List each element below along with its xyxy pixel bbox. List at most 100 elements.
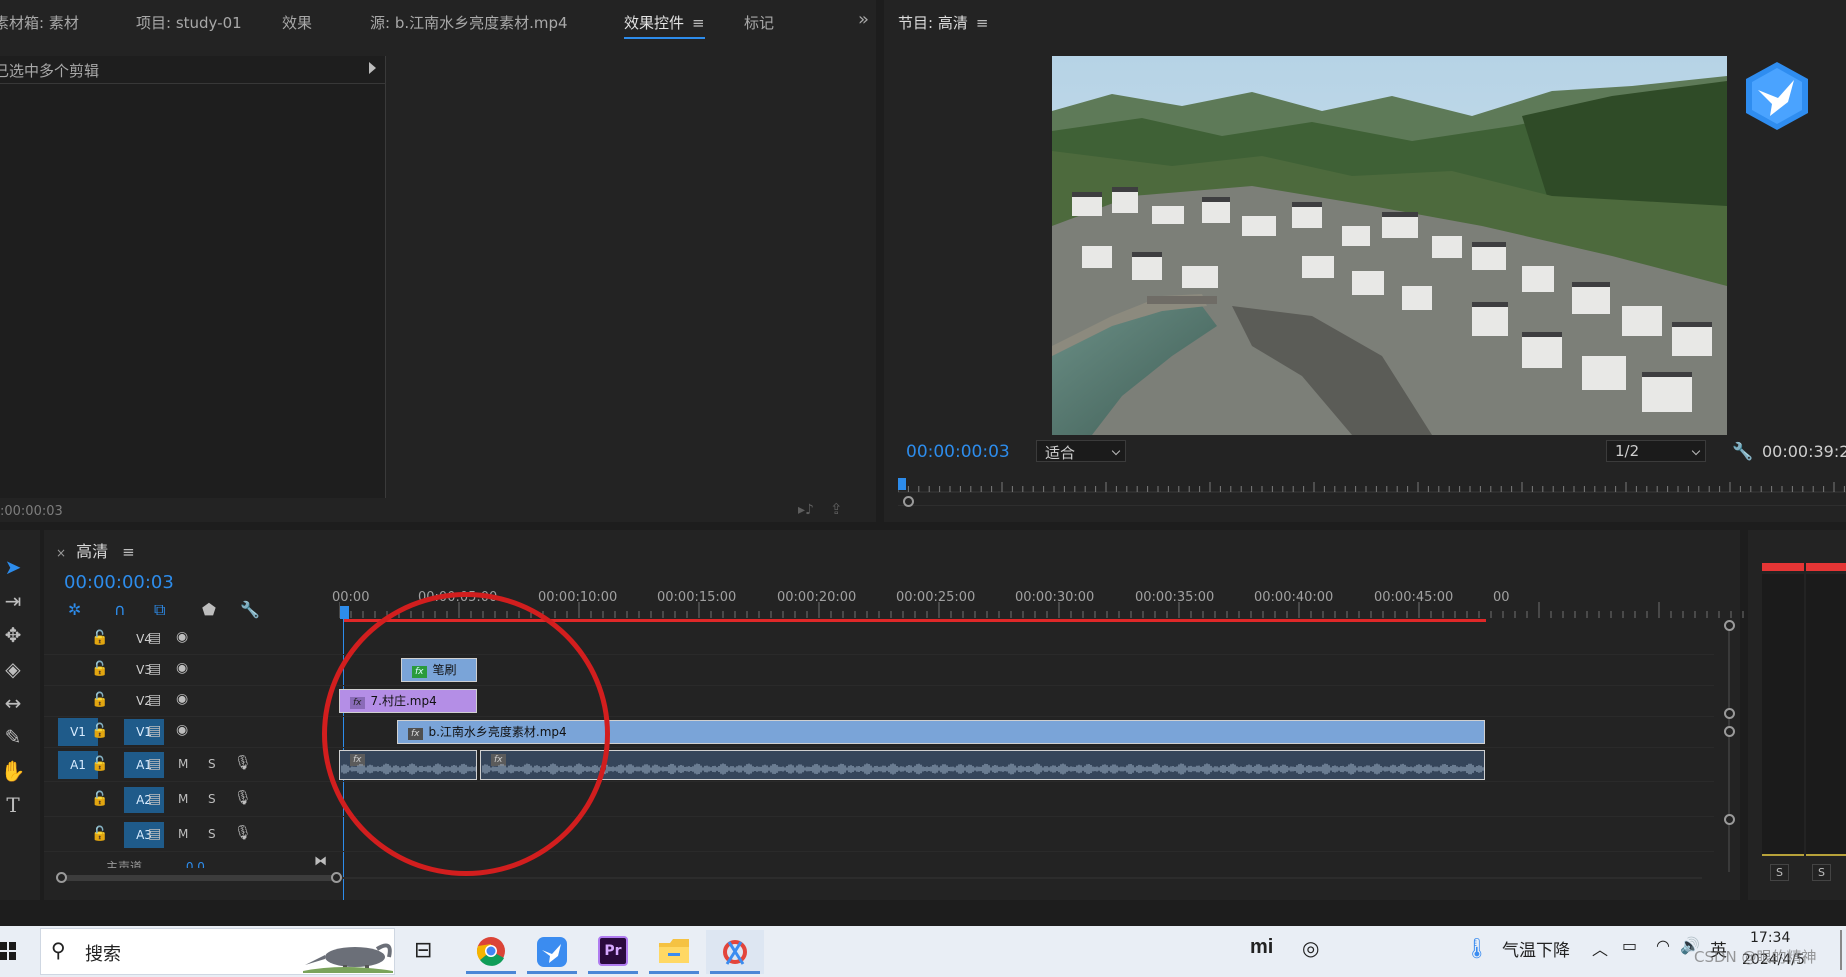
app-tray-icon[interactable]: ◎ <box>1302 936 1319 960</box>
sync-lock-icon[interactable]: ▤ <box>148 661 161 677</box>
timeline-timecode[interactable]: 00:00:00:03 <box>64 572 174 593</box>
vertical-scrollbar[interactable] <box>1724 620 1735 880</box>
ripple-edit-tool-icon[interactable]: ✥ <box>0 622 26 648</box>
settings-wrench-icon[interactable]: 🔧 <box>1732 442 1753 462</box>
lock-icon[interactable]: 🔓 <box>91 723 108 739</box>
hand-tool-icon[interactable]: ✋ <box>0 758 26 784</box>
lock-icon[interactable]: 🔓 <box>91 630 108 646</box>
sync-lock-icon[interactable]: ▤ <box>148 791 161 807</box>
meter-bar-right <box>1806 574 1846 856</box>
mute-button[interactable]: M <box>178 792 188 806</box>
playhead-handle[interactable] <box>340 606 349 619</box>
add-marker-icon[interactable]: ⬟ <box>202 600 216 619</box>
xiaomi-icon[interactable]: mi <box>1250 936 1273 959</box>
selection-tool-icon[interactable]: ➤ <box>0 554 26 580</box>
taskbar-feishu[interactable] <box>523 930 581 974</box>
zoom-handle-left[interactable] <box>903 496 914 507</box>
thermometer-icon[interactable]: 🌡 <box>1464 936 1489 960</box>
microphone-icon[interactable]: 🎙 <box>234 755 252 771</box>
hamburger-menu-icon[interactable]: ≡ <box>692 14 705 32</box>
track-select-tool-icon[interactable]: ⇥ <box>0 588 26 614</box>
close-icon[interactable]: × <box>56 546 66 560</box>
scroll-handle-bottom[interactable] <box>1724 814 1735 825</box>
microphone-icon[interactable]: 🎙 <box>234 825 252 841</box>
lock-icon[interactable]: 🔓 <box>91 791 108 807</box>
timeline-menu-icon[interactable]: ≡ <box>122 543 135 561</box>
taskbar-task-view[interactable]: ⊟ <box>396 930 454 974</box>
type-tool-icon[interactable]: T <box>0 792 26 818</box>
overflow-chevron-icon[interactable]: » <box>858 9 869 30</box>
fit-dropdown[interactable]: 适合 <box>1036 440 1126 462</box>
ruler-label: 00 <box>1493 590 1510 605</box>
tab-markers[interactable]: 标记 <box>744 12 774 33</box>
horizontal-zoom-scrollbar[interactable] <box>56 872 1714 884</box>
sync-lock-icon[interactable]: ▤ <box>148 756 161 772</box>
timeline-settings-wrench-icon[interactable]: 🔧 <box>240 600 260 619</box>
sequence-name[interactable]: 高清 <box>76 542 108 561</box>
taskbar-search-box[interactable]: ⚲ 搜索 <box>40 928 395 975</box>
clock-time[interactable]: 17:34 <box>1750 930 1790 946</box>
go-to-end-icon[interactable]: ⧓ <box>314 854 327 869</box>
eye-icon[interactable]: ◉ <box>176 660 188 676</box>
eye-icon[interactable]: ◉ <box>176 629 188 645</box>
mute-button[interactable]: M <box>178 827 188 841</box>
chevron-up-icon[interactable]: ︿ <box>1592 936 1608 960</box>
linked-selection-icon[interactable]: ⧉ <box>154 600 165 620</box>
weather-text[interactable]: 气温下降 <box>1502 936 1570 961</box>
snap-magnet-icon[interactable]: ∩ <box>114 600 126 619</box>
tab-effect-controls[interactable]: 效果控件 ≡ <box>624 12 705 39</box>
taskbar-premiere[interactable]: Pr <box>584 930 642 974</box>
resolution-dropdown[interactable]: 1/2 <box>1606 440 1706 462</box>
video-preview[interactable] <box>1052 56 1727 435</box>
scroll-thumb[interactable] <box>62 875 338 881</box>
eye-icon[interactable]: ◉ <box>176 722 188 738</box>
eye-icon[interactable]: ◉ <box>176 691 188 707</box>
scroll-handle-mid[interactable] <box>1724 708 1735 719</box>
audio-scrub-icon[interactable]: ▸♪ <box>798 502 814 518</box>
tab-project[interactable]: 项目: study-01 <box>136 12 242 33</box>
razor-tool-icon[interactable]: ◈ <box>0 656 26 682</box>
timeline-ruler[interactable]: 00:00 00:00:05:00 00:00:10:00 00:00:15:0… <box>332 578 1749 622</box>
tab-bin[interactable]: 素材箱: 素材 <box>0 12 79 33</box>
solo-button[interactable]: S <box>208 757 216 771</box>
sync-lock-icon[interactable]: ▤ <box>148 630 161 646</box>
lock-icon[interactable]: 🔓 <box>91 692 108 708</box>
taskbar-explorer[interactable] <box>645 930 703 974</box>
tab-source[interactable]: 源: b.江南水乡亮度素材.mp4 <box>370 12 568 33</box>
search-icon: ⚲ <box>51 938 66 962</box>
scroll-handle-top[interactable] <box>1724 620 1735 631</box>
show-desktop-button[interactable] <box>1840 930 1842 970</box>
sync-lock-icon[interactable]: ▤ <box>148 826 161 842</box>
zoom-handle-right[interactable] <box>331 872 342 883</box>
program-scrubber[interactable] <box>898 476 1846 506</box>
solo-button[interactable]: S <box>208 827 216 841</box>
solo-right-button[interactable]: S <box>1812 864 1831 881</box>
solo-button[interactable]: S <box>208 792 216 806</box>
expand-triangle-icon[interactable] <box>369 62 376 74</box>
audio-clip-jiangnan[interactable]: fx <box>480 750 1485 780</box>
master-volume[interactable]: 0.0 <box>186 860 205 868</box>
program-menu-icon[interactable]: ≡ <box>976 14 989 32</box>
lock-icon[interactable]: 🔓 <box>91 756 108 772</box>
lock-icon[interactable]: 🔓 <box>91 661 108 677</box>
export-frame-icon[interactable]: ⇪ <box>830 500 843 518</box>
zoom-handle-left[interactable] <box>56 872 67 883</box>
program-timecode[interactable]: 00:00:00:03 <box>906 442 1010 462</box>
solo-left-button[interactable]: S <box>1770 864 1789 881</box>
pen-tool-icon[interactable]: ✎ <box>0 724 26 750</box>
sync-lock-icon[interactable]: ▤ <box>148 692 161 708</box>
lock-icon[interactable]: 🔓 <box>91 826 108 842</box>
microphone-icon[interactable]: 🎙 <box>234 790 252 806</box>
scroll-handle-audio-top[interactable] <box>1724 726 1735 737</box>
mute-button[interactable]: M <box>178 757 188 771</box>
taskbar-snip[interactable] <box>706 930 764 974</box>
tab-effects[interactable]: 效果 <box>282 12 312 33</box>
audio-meter-panel: S S <box>1748 530 1846 900</box>
wifi-icon[interactable]: ◠ <box>1656 936 1670 955</box>
nest-toggle-icon[interactable]: ✲ <box>68 600 81 619</box>
battery-icon[interactable]: ▭ <box>1622 936 1637 955</box>
slip-tool-icon[interactable]: ↔ <box>0 690 26 716</box>
sync-lock-icon[interactable]: ▤ <box>148 723 161 739</box>
taskbar-chrome[interactable] <box>462 930 520 974</box>
windows-start-icon[interactable] <box>0 942 16 960</box>
